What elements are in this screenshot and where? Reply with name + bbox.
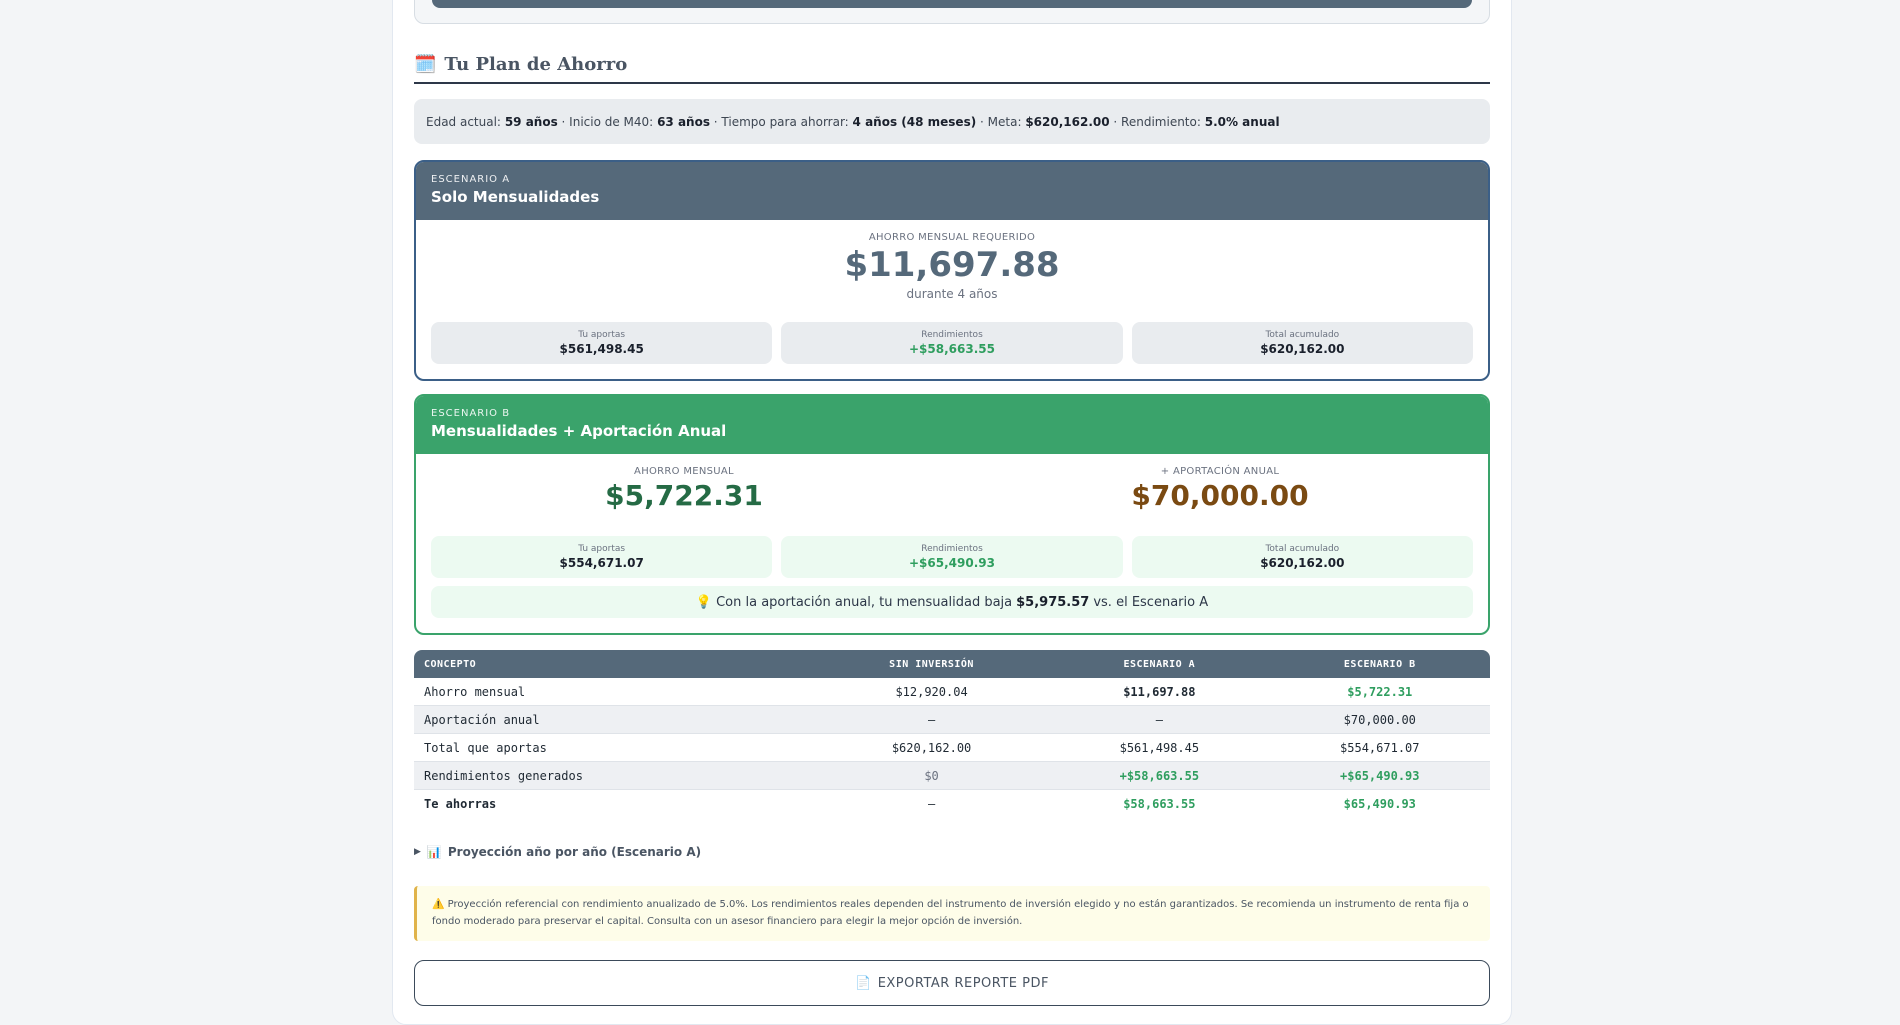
table-header-row: CONCEPTO SIN INVERSIÓN ESCENARIO A ESCEN… [414,650,1490,678]
table-cell: $554,671.07 [1269,734,1490,762]
bar-chart-icon: 📊 [426,845,442,859]
scenario-b-tag: ESCENARIO B [431,408,511,419]
summary-time-label: · Tiempo para ahorrar: [713,114,849,129]
tip-amount: $5,975.57 [1016,594,1090,610]
summary-time: 4 años (48 meses) [852,114,977,129]
summary-start-label: · Inicio de M40: [561,114,654,129]
table-row: Total que aportas $620,162.00 $561,498.4… [414,734,1490,762]
warning-icon: ⚠️ [432,899,445,910]
lightbulb-icon: 💡 [695,594,713,610]
document-icon: 📄 [855,975,872,991]
stat-contributions: Tu aportas $561,498.45 [431,322,773,364]
stat-returns: Rendimientos +$58,663.55 [781,322,1123,364]
table-row: Ahorro mensual $12,920.04 $11,697.88 $5,… [414,678,1490,706]
stat-label: Rendimientos [921,544,983,554]
stat-label: Rendimientos [921,330,983,340]
table-cell: $620,162.00 [814,734,1050,762]
section-header: 🗓️ Tu Plan de Ahorro [414,46,1490,84]
stat-label: Total acumulado [1265,544,1340,554]
table-row: Aportación anual — — $70,000.00 [414,706,1490,734]
table-row: Te ahorras — $58,663.55 $65,490.93 [414,790,1490,818]
stat-value: $561,498.45 [559,342,644,356]
table-cell: $12,920.04 [814,678,1050,706]
scenario-a-header: ESCENARIO A Solo Mensualidades [416,162,1488,220]
table-cell: $561,498.45 [1049,734,1270,762]
scenario-a-tag: ESCENARIO A [431,174,511,185]
stat-total: Total acumulado $620,162.00 [1131,322,1473,364]
scenario-b-annual-label: + APORTACIÓN ANUAL [1160,466,1280,477]
scenario-b-monthly-label: AHORRO MENSUAL [634,466,734,477]
scenario-a-duration: durante 4 años [906,287,998,301]
warning-text: Proyección referencial con rendimiento a… [432,899,1469,927]
summary-return: 5.0% anual [1204,114,1280,129]
scenario-a-stats: Tu aportas $561,498.45 Rendimientos +$58… [431,322,1473,364]
scenario-b-name: Mensualidades + Aportación Anual [431,422,727,440]
summary-age: 59 años [504,114,558,129]
col-header: SIN INVERSIÓN [814,650,1050,678]
table-cell: $0 [814,762,1050,790]
section-title: Tu Plan de Ahorro [444,53,628,75]
scenario-b-stats: Tu aportas $554,671.07 Rendimientos +$65… [431,536,1473,578]
summary-age-label: Edad actual: [426,114,501,129]
export-pdf-button[interactable]: 📄 EXPORTAR REPORTE PDF [414,960,1490,1006]
stat-returns: Rendimientos +$65,490.93 [781,536,1123,578]
stat-contributions: Tu aportas $554,671.07 [431,536,773,578]
table-cell: — [927,797,936,811]
stat-value: $620,162.00 [1260,556,1345,570]
table-row: Rendimientos generados $0 +$58,663.55 +$… [414,762,1490,790]
table-cell: $65,490.93 [1343,797,1416,811]
table-cell: — [1049,706,1270,734]
stat-label: Tu aportas [578,544,626,554]
scenario-b-tip: 💡 Con la aportación anual, tu mensualida… [431,586,1473,618]
summary-return-label: · Rendimiento: [1113,114,1201,129]
warning-note: ⚠️ Proyección referencial con rendimient… [414,886,1490,941]
stat-value: +$58,663.55 [909,342,995,356]
summary-goal-label: · Meta: [980,114,1022,129]
scenario-a-main-value: $11,697.88 [844,245,1060,285]
table-cell: $11,697.88 [1049,678,1270,706]
table-cell: $58,663.55 [1123,797,1196,811]
table-cell: Total que aportas [414,734,814,762]
scenario-a-name: Solo Mensualidades [431,188,600,206]
stat-value: +$65,490.93 [909,556,995,570]
tip-post: vs. el Escenario A [1093,594,1209,610]
table-cell: Te ahorras [424,797,497,811]
col-header: CONCEPTO [414,650,814,678]
stat-total: Total acumulado $620,162.00 [1131,536,1473,578]
scenario-b-monthly: AHORRO MENSUAL $5,722.31 [416,466,952,512]
summary-bar: Edad actual: 59 años · Inicio de M40: 63… [414,99,1490,144]
scenario-b-monthly-value: $5,722.31 [605,479,763,512]
summary-goal: $620,162.00 [1025,114,1110,129]
table-cell: +$58,663.55 [1049,762,1270,790]
projection-label: Proyección año por año (Escenario A) [447,845,702,859]
scenario-b-card: ESCENARIO B Mensualidades + Aportación A… [414,394,1490,635]
export-label: EXPORTAR REPORTE PDF [877,975,1049,991]
previous-section-bar [432,0,1472,8]
comparison-table: CONCEPTO SIN INVERSIÓN ESCENARIO A ESCEN… [414,650,1490,818]
projection-toggle[interactable]: ▶ 📊 Proyección año por año (Escenario A) [414,845,701,859]
col-header: ESCENARIO A [1049,650,1270,678]
table-cell: Rendimientos generados [414,762,814,790]
scenario-b-annual-value: $70,000.00 [1131,479,1309,512]
table-cell: — [814,706,1050,734]
stat-label: Tu aportas [578,330,626,340]
summary-start: 63 años [657,114,710,129]
tip-pre: Con la aportación anual, tu mensualidad … [716,594,1013,610]
calendar-icon: 🗓️ [414,53,437,75]
table-cell: Aportación anual [414,706,814,734]
scenario-a-main-label: AHORRO MENSUAL REQUERIDO [868,232,1036,243]
stat-value: $620,162.00 [1260,342,1345,356]
table-cell: Ahorro mensual [414,678,814,706]
scenario-b-header: ESCENARIO B Mensualidades + Aportación A… [416,396,1488,454]
scenario-b-annual: + APORTACIÓN ANUAL $70,000.00 [952,466,1488,512]
scenario-b-amounts: AHORRO MENSUAL $5,722.31 + APORTACIÓN AN… [416,466,1488,512]
scenario-a-card: ESCENARIO A Solo Mensualidades AHORRO ME… [414,160,1490,381]
table-cell: $70,000.00 [1269,706,1490,734]
stat-value: $554,671.07 [559,556,644,570]
table-cell: +$65,490.93 [1269,762,1490,790]
col-header: ESCENARIO B [1269,650,1490,678]
table-cell: $5,722.31 [1269,678,1490,706]
triangle-right-icon: ▶ [414,847,421,857]
stat-label: Total acumulado [1265,330,1340,340]
